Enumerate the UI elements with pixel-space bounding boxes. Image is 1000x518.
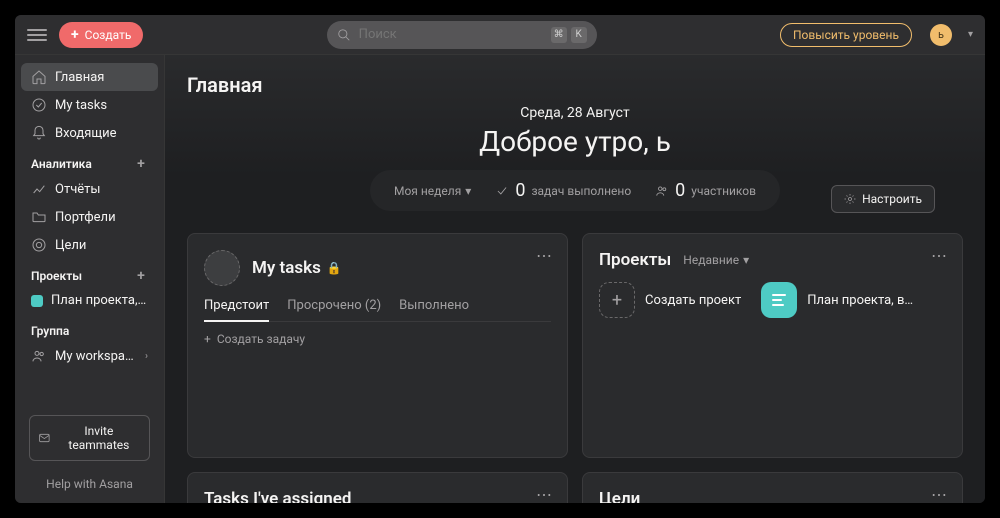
assigned-widget: ⋯ Tasks I've assigned Upgrade to Asana S… bbox=[187, 472, 568, 503]
create-button[interactable]: Создать bbox=[59, 22, 143, 48]
settings-icon bbox=[844, 193, 856, 205]
group-header[interactable]: Группа bbox=[21, 314, 158, 342]
create-project-button[interactable]: + Создать проект bbox=[599, 282, 741, 318]
help-link[interactable]: Help with Asana bbox=[21, 469, 158, 495]
people-icon bbox=[655, 184, 669, 198]
stats-pill: Моя неделя▾ 0задач выполнено 0участников bbox=[370, 170, 780, 211]
project-color-icon bbox=[31, 295, 43, 307]
target-icon bbox=[31, 237, 47, 253]
check-circle-icon bbox=[31, 97, 47, 113]
nav-workspace[interactable]: My workspace › bbox=[21, 342, 158, 370]
customize-button[interactable]: Настроить bbox=[831, 185, 935, 213]
widget-menu-icon[interactable]: ⋯ bbox=[931, 485, 948, 503]
mytasks-widget: ⋯ My tasks 🔒 Предстоит Просрочено (2) Вы… bbox=[187, 233, 568, 458]
analytics-header[interactable]: Аналитика + bbox=[21, 147, 158, 175]
widget-menu-icon[interactable]: ⋯ bbox=[931, 246, 948, 265]
nav-reports[interactable]: Отчёты bbox=[21, 175, 158, 203]
people-icon bbox=[31, 348, 47, 364]
greeting: Доброе утро, ь bbox=[187, 125, 963, 158]
projects-title: Проекты bbox=[599, 250, 671, 270]
mytasks-title[interactable]: My tasks bbox=[252, 258, 321, 278]
widget-menu-icon[interactable]: ⋯ bbox=[536, 485, 553, 503]
add-analytics-icon[interactable]: + bbox=[134, 157, 148, 171]
add-project-icon[interactable]: + bbox=[134, 269, 148, 283]
current-date: Среда, 28 Август bbox=[187, 105, 963, 121]
upgrade-button[interactable]: Повысить уровень bbox=[780, 23, 912, 47]
folder-icon bbox=[31, 209, 47, 225]
plus-icon: + bbox=[204, 332, 211, 346]
nav-goals[interactable]: Цели bbox=[21, 231, 158, 259]
nav-inbox[interactable]: Входящие bbox=[21, 119, 158, 147]
search-input[interactable] bbox=[359, 27, 543, 42]
projects-header[interactable]: Проекты + bbox=[21, 259, 158, 287]
reports-icon bbox=[31, 181, 47, 197]
widget-menu-icon[interactable]: ⋯ bbox=[536, 246, 553, 265]
week-filter[interactable]: Моя неделя▾ bbox=[394, 184, 471, 198]
chevron-down-icon: ▾ bbox=[465, 184, 471, 198]
nav-home[interactable]: Главная bbox=[21, 63, 158, 91]
create-task-button[interactable]: + Создать задачу bbox=[204, 332, 551, 346]
goals-widget: ⋯ Цели Try Advanced to make traction on … bbox=[582, 472, 963, 503]
bell-icon bbox=[31, 125, 47, 141]
home-icon bbox=[31, 69, 47, 85]
nav-mytasks[interactable]: My tasks bbox=[21, 91, 158, 119]
projects-filter[interactable]: Недавние▾ bbox=[683, 253, 749, 267]
user-avatar-placeholder[interactable] bbox=[204, 250, 240, 286]
goals-title: Цели bbox=[599, 489, 946, 503]
plus-icon: + bbox=[599, 282, 635, 318]
user-menu-chevron[interactable]: ▾ bbox=[968, 29, 973, 40]
search-icon bbox=[337, 28, 351, 42]
nav-portfolios[interactable]: Портфели bbox=[21, 203, 158, 231]
tab-done[interactable]: Выполнено bbox=[399, 298, 469, 313]
search-field[interactable]: ⌘ K bbox=[327, 21, 597, 49]
chevron-down-icon: ▾ bbox=[743, 253, 749, 267]
assigned-title: Tasks I've assigned bbox=[204, 489, 551, 503]
stat-collaborators: 0участников bbox=[655, 180, 756, 201]
lock-icon: 🔒 bbox=[327, 261, 342, 275]
invite-teammates-button[interactable]: Invite teammates bbox=[29, 415, 150, 461]
mail-icon bbox=[38, 431, 51, 445]
project-icon bbox=[761, 282, 797, 318]
sidebar-toggle[interactable] bbox=[27, 25, 47, 45]
tab-upcoming[interactable]: Предстоит bbox=[204, 298, 269, 313]
project-item[interactable]: План проекта, выполняе... bbox=[761, 282, 917, 318]
page-title: Главная bbox=[187, 73, 963, 97]
sidebar-project-item[interactable]: План проекта, выполняемого в одиночку bbox=[21, 287, 158, 314]
check-icon bbox=[495, 184, 509, 198]
stat-tasks-done: 0задач выполнено bbox=[495, 180, 631, 201]
projects-widget: ⋯ Проекты Недавние▾ + Создать проект bbox=[582, 233, 963, 458]
tab-overdue[interactable]: Просрочено (2) bbox=[287, 298, 381, 313]
chevron-right-icon: › bbox=[145, 351, 148, 362]
search-shortcut: ⌘ K bbox=[551, 27, 587, 43]
user-avatar[interactable]: ь bbox=[930, 24, 952, 46]
